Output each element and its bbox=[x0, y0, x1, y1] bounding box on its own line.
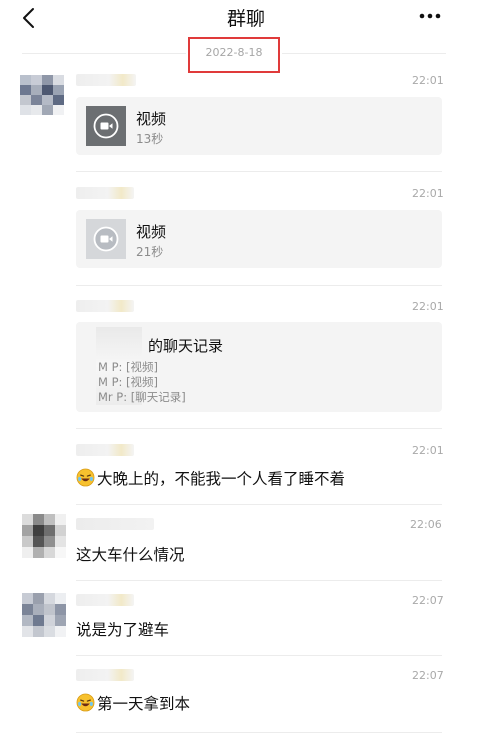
more-button[interactable] bbox=[418, 6, 442, 26]
chat-header: 群聊 bbox=[0, 0, 492, 36]
divider bbox=[76, 732, 442, 733]
video-camera-icon bbox=[93, 226, 119, 252]
message-time: 22:06 bbox=[410, 518, 442, 531]
video-card[interactable]: 视频 13秒 bbox=[76, 97, 442, 155]
message-time: 22:01 bbox=[412, 300, 444, 313]
video-title: 视频 bbox=[136, 110, 167, 128]
message-text: 大晚上的，不能我一个人看了睡不着 bbox=[76, 467, 345, 489]
sender-name bbox=[76, 669, 134, 681]
divider bbox=[76, 655, 442, 656]
more-dots-icon bbox=[419, 13, 441, 19]
video-thumbnail bbox=[86, 219, 126, 259]
avatar[interactable] bbox=[20, 75, 64, 115]
laughing-emoji-icon bbox=[76, 693, 95, 712]
sender-name bbox=[76, 518, 154, 530]
video-thumbnail bbox=[86, 106, 126, 146]
divider bbox=[76, 285, 442, 286]
avatar[interactable] bbox=[22, 593, 66, 637]
divider bbox=[282, 53, 446, 54]
message-body: 第一天拿到本 bbox=[97, 695, 191, 713]
sender-name bbox=[76, 300, 134, 312]
sender-name bbox=[76, 444, 134, 456]
video-card[interactable]: 视频 21秒 bbox=[76, 210, 442, 268]
video-camera-icon bbox=[93, 113, 119, 139]
message-time: 22:01 bbox=[412, 187, 444, 200]
chat-record-title: 的聊天记录 bbox=[148, 337, 224, 355]
divider bbox=[76, 504, 442, 505]
chat-record-line: M P: [视频] bbox=[98, 360, 159, 374]
laughing-emoji-icon bbox=[76, 468, 95, 487]
divider bbox=[76, 171, 442, 172]
sender-name bbox=[76, 187, 134, 199]
message-text: 这大车什么情况 bbox=[76, 546, 185, 564]
message-time: 22:07 bbox=[412, 669, 444, 682]
message-text: 第一天拿到本 bbox=[76, 692, 190, 714]
divider bbox=[76, 580, 442, 581]
video-duration: 21秒 bbox=[136, 245, 164, 259]
sender-name bbox=[76, 74, 136, 86]
video-duration: 13秒 bbox=[136, 132, 164, 146]
message-time: 22:01 bbox=[412, 444, 444, 457]
message-text: 说是为了避车 bbox=[76, 621, 170, 639]
chat-record-line: M P: [视频] bbox=[98, 375, 159, 389]
avatar[interactable] bbox=[22, 514, 66, 558]
divider bbox=[22, 53, 186, 54]
video-title: 视频 bbox=[136, 223, 167, 241]
date-separator: 2022-8-18 bbox=[205, 46, 263, 59]
message-time: 22:01 bbox=[412, 74, 444, 87]
chat-record-line: Mr P: [聊天记录] bbox=[98, 390, 186, 404]
date-highlight-box: 2022-8-18 bbox=[188, 37, 280, 73]
message-time: 22:07 bbox=[412, 594, 444, 607]
divider bbox=[76, 428, 442, 429]
chat-record-card[interactable]: 的聊天记录 M P: [视频] M P: [视频] Mr P: [聊天记录] bbox=[76, 322, 442, 412]
sender-name bbox=[76, 594, 134, 606]
message-body: 大晚上的，不能我一个人看了睡不着 bbox=[97, 470, 346, 488]
